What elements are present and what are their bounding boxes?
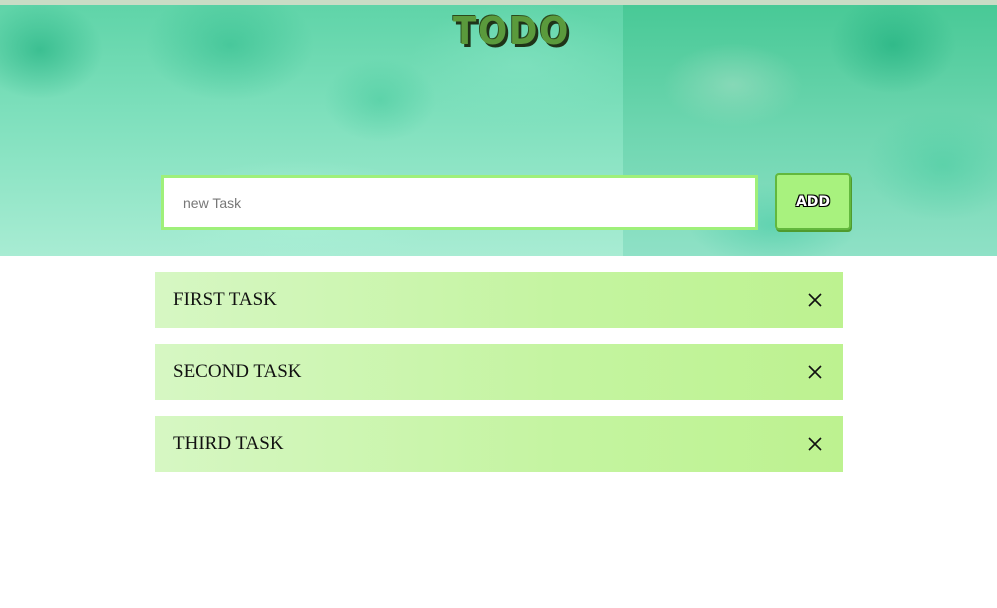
task-list: FIRST TASK SECOND TASK THIRD TASK — [155, 272, 843, 488]
task-label: SECOND TASK — [173, 361, 302, 382]
remove-task-button[interactable] — [795, 352, 835, 392]
close-icon — [808, 365, 822, 379]
close-icon — [808, 437, 822, 451]
new-task-input[interactable] — [161, 175, 758, 230]
remove-task-button[interactable] — [795, 424, 835, 464]
add-task-button[interactable]: ADD — [775, 173, 851, 230]
remove-task-button[interactable] — [795, 280, 835, 320]
task-item: THIRD TASK — [155, 416, 843, 472]
task-item: SECOND TASK — [155, 344, 843, 400]
task-item: FIRST TASK — [155, 272, 843, 328]
task-label: FIRST TASK — [173, 289, 277, 310]
task-label: THIRD TASK — [173, 433, 284, 454]
close-icon — [808, 293, 822, 307]
page-title: TODO — [453, 9, 571, 53]
